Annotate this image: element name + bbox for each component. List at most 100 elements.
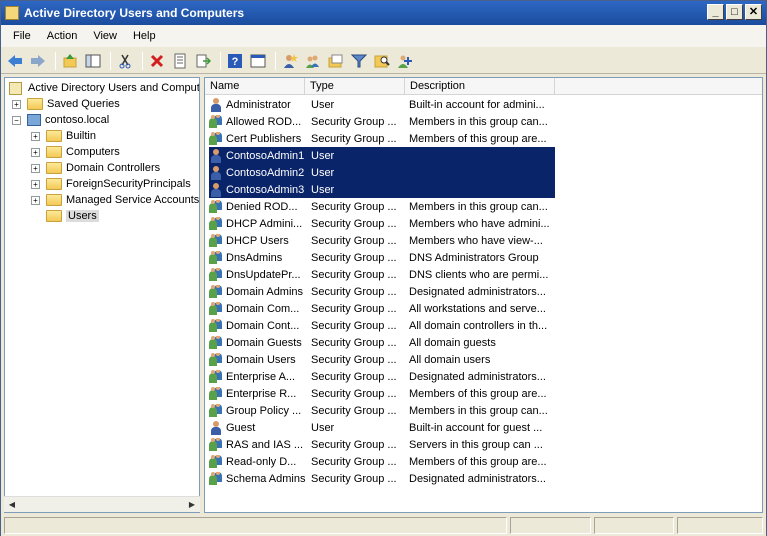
new-user-icon[interactable] <box>280 51 300 71</box>
table-row[interactable]: DnsAdmins Security Group ... DNS Administr… <box>209 249 549 266</box>
column-header-name[interactable]: Name <box>205 78 305 95</box>
table-row[interactable]: Enterprise R... Security Group ... Members… <box>209 385 549 402</box>
table-row[interactable]: Domain Admins Security Group ... Designate… <box>209 283 549 300</box>
show-tree-icon[interactable] <box>83 51 103 71</box>
table-row[interactable]: ContosoAdmin2 User <box>209 164 555 181</box>
up-icon[interactable] <box>60 51 80 71</box>
group-icon <box>209 216 223 231</box>
add-to-group-icon[interactable] <box>395 51 415 71</box>
scroll-left-icon[interactable]: ◀ <box>6 499 18 511</box>
table-row[interactable]: Group Policy ... Security Group ... Member… <box>209 402 549 419</box>
group-icon <box>209 233 223 248</box>
tree-horizontal-scrollbar[interactable]: ◀ ▶ <box>4 496 200 512</box>
back-icon[interactable] <box>5 51 25 71</box>
tree-item-label: Domain Controllers <box>66 162 161 174</box>
results-pane[interactable]: Name Type Description Administrator User B… <box>204 77 763 513</box>
delete-icon[interactable] <box>147 51 167 71</box>
show-hide-icon[interactable] <box>248 51 268 71</box>
menu-help[interactable]: Help <box>125 30 164 42</box>
row-type: Security Group ... <box>311 438 397 451</box>
row-name: Domain Cont... <box>226 319 300 332</box>
folder-icon <box>27 98 43 110</box>
table-row[interactable]: Domain Users Security Group ... All domain… <box>209 351 549 368</box>
find-icon[interactable] <box>372 51 392 71</box>
cut-icon[interactable] <box>115 51 135 71</box>
expand-icon[interactable]: + <box>31 147 40 157</box>
table-row[interactable]: DnsUpdatePr... Security Group ... DNS clie… <box>209 266 549 283</box>
row-type: Security Group ... <box>311 336 397 349</box>
tree-item-label: Users <box>66 210 99 222</box>
table-row[interactable]: Guest User Built-in account for guest ... <box>209 419 549 436</box>
filter-icon[interactable] <box>349 51 369 71</box>
table-row[interactable]: Schema Admins Security Group ... Designate… <box>209 470 549 487</box>
expand-icon[interactable]: + <box>31 163 40 173</box>
new-group-icon[interactable] <box>303 51 323 71</box>
table-row[interactable]: ContosoAdmin3 User <box>209 181 555 198</box>
table-row[interactable]: Domain Guests Security Group ... All domai… <box>209 334 549 351</box>
row-name: Enterprise A... <box>226 370 296 383</box>
row-description: Members of this group are... <box>409 132 547 145</box>
tree-root[interactable]: Active Directory Users and Comput <box>9 80 199 96</box>
row-description: Members of this group are... <box>409 455 547 468</box>
menu-view[interactable]: View <box>85 30 125 42</box>
title-bar[interactable]: Active Directory Users and Computers _ □… <box>1 1 766 25</box>
console-tree[interactable]: Active Directory Users and Comput + Save… <box>4 77 200 513</box>
table-row[interactable]: ContosoAdmin1 User <box>209 147 555 164</box>
expand-icon[interactable]: + <box>31 179 40 189</box>
table-row[interactable]: RAS and IAS ... Security Group ... Servers… <box>209 436 549 453</box>
help-icon[interactable]: ? <box>225 51 245 71</box>
row-type: Security Group ... <box>311 285 397 298</box>
row-name: Cert Publishers <box>226 132 302 145</box>
tree-item-label: Saved Queries <box>47 98 120 110</box>
table-row[interactable]: Domain Com... Security Group ... All works… <box>209 300 549 317</box>
column-header-type[interactable]: Type <box>305 78 405 95</box>
tree-item-domain-controllers[interactable]: + Domain Controllers <box>31 160 160 176</box>
row-type: Security Group ... <box>311 268 397 281</box>
group-icon <box>209 369 223 384</box>
maximize-button[interactable]: □ <box>726 4 743 20</box>
status-panel-main <box>4 517 507 534</box>
folder-icon <box>46 178 62 190</box>
tree-item-builtin[interactable]: + Builtin <box>31 128 96 144</box>
row-name: DHCP Users <box>226 234 289 247</box>
folder-icon <box>46 146 62 158</box>
properties-icon[interactable] <box>170 51 190 71</box>
menu-file[interactable]: File <box>5 30 39 42</box>
table-row[interactable]: Denied ROD... Security Group ... Members i… <box>209 198 549 215</box>
table-row[interactable]: DHCP Users Security Group ... Members who … <box>209 232 549 249</box>
row-type: Security Group ... <box>311 353 397 366</box>
export-icon[interactable] <box>193 51 213 71</box>
menu-action[interactable]: Action <box>39 30 86 42</box>
table-row[interactable]: Domain Cont... Security Group ... All doma… <box>209 317 549 334</box>
scroll-right-icon[interactable]: ▶ <box>186 499 198 511</box>
row-description: Members in this group can... <box>409 404 548 417</box>
forward-icon[interactable] <box>28 51 48 71</box>
tree-item-domain[interactable]: − contoso.local <box>12 112 109 128</box>
table-row[interactable]: Administrator User Built-in account for ad… <box>209 96 549 113</box>
table-row[interactable]: Read-only D... Security Group ... Members … <box>209 453 549 470</box>
tree-item-saved-queries[interactable]: + Saved Queries <box>12 96 120 112</box>
row-name: ContosoAdmin3 <box>226 183 305 196</box>
group-icon <box>209 335 223 350</box>
row-type: Security Group ... <box>311 251 397 264</box>
table-row[interactable]: DHCP Admini... Security Group ... Members … <box>209 215 549 232</box>
expand-icon[interactable]: + <box>31 195 40 205</box>
table-row[interactable]: Enterprise A... Security Group ... Designa… <box>209 368 549 385</box>
close-button[interactable]: ✕ <box>745 4 762 20</box>
folder-icon <box>46 194 62 206</box>
expand-icon[interactable]: + <box>31 131 40 141</box>
tree-item-computers[interactable]: + Computers <box>31 144 120 160</box>
minimize-button[interactable]: _ <box>707 4 724 20</box>
tree-item-foreign-security-principals[interactable]: + ForeignSecurityPrincipals <box>31 176 191 192</box>
tree-item-users[interactable]: Users <box>46 208 99 224</box>
table-row[interactable]: Allowed ROD... Security Group ... Members … <box>209 113 549 130</box>
row-type: User <box>311 149 335 162</box>
expand-icon[interactable]: + <box>12 99 21 109</box>
user-icon <box>209 148 223 163</box>
column-header-description[interactable]: Description <box>405 78 555 95</box>
new-ou-icon[interactable] <box>326 51 346 71</box>
collapse-icon[interactable]: − <box>12 115 21 125</box>
tree-item-managed-service-accounts[interactable]: + Managed Service Accounts <box>31 192 199 208</box>
table-row[interactable]: Cert Publishers Security Group ... Members… <box>209 130 549 147</box>
row-name: ContosoAdmin2 <box>226 166 305 179</box>
